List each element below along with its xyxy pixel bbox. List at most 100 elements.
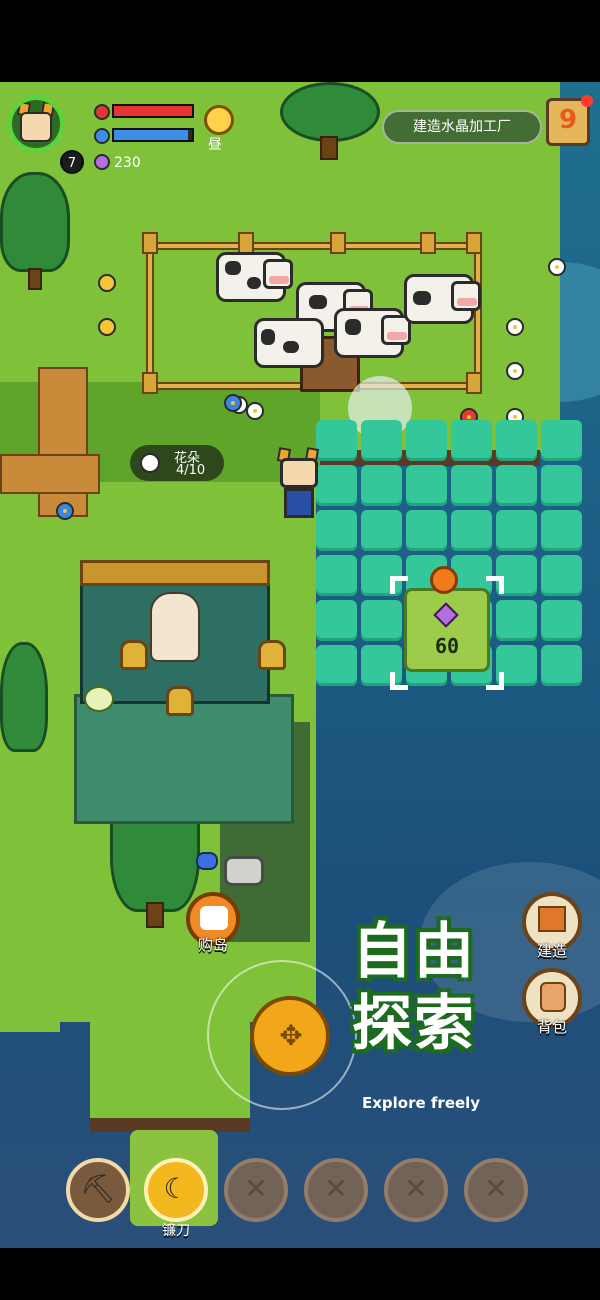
fence-post xyxy=(142,372,158,394)
flower-white[interactable] xyxy=(506,318,524,336)
calendar-button[interactable]: 9 xyxy=(546,95,593,146)
fence-post xyxy=(142,232,158,254)
flower-blue[interactable] xyxy=(56,502,74,520)
flower-blue[interactable] xyxy=(224,394,242,412)
active-tool-label: 镰刀 xyxy=(162,1223,190,1239)
flower-yellow[interactable] xyxy=(98,318,116,336)
energy-fill xyxy=(114,130,189,140)
bag-label: 背包 xyxy=(536,1018,567,1036)
farm-tile[interactable] xyxy=(316,645,357,686)
crystal-count: 230 xyxy=(114,155,141,171)
coin-icon xyxy=(430,566,458,594)
promo-title: 自由 探索 xyxy=(352,916,518,1060)
selection-corner xyxy=(390,672,408,690)
farm-tile[interactable] xyxy=(541,555,582,596)
flower-white[interactable] xyxy=(246,402,264,420)
farm-tile[interactable] xyxy=(496,600,537,641)
player-avatar[interactable] xyxy=(8,96,64,152)
selection-corner xyxy=(486,576,504,594)
farm-tile[interactable] xyxy=(406,420,447,461)
player-character[interactable] xyxy=(276,447,322,528)
sprite-creature[interactable] xyxy=(84,686,114,712)
plot-price: 60 xyxy=(434,634,460,658)
farm-tile[interactable] xyxy=(361,600,402,641)
farm-tile[interactable] xyxy=(496,465,537,506)
fence-post xyxy=(238,232,254,254)
tool-slot-empty[interactable]: ✕ xyxy=(384,1158,448,1222)
calendar-day: 9 xyxy=(558,105,578,135)
backpack-icon xyxy=(540,982,566,1012)
farm-tile[interactable] xyxy=(316,600,357,641)
sickle-icon: ☾ xyxy=(163,1172,189,1205)
energy-bar xyxy=(112,128,194,142)
tool-slot-empty[interactable]: ✕ xyxy=(464,1158,528,1222)
promo-title-line2: 探索 xyxy=(352,989,476,1059)
farm-tile[interactable] xyxy=(541,510,582,551)
farm-tile[interactable] xyxy=(496,420,537,461)
farm-tile[interactable] xyxy=(406,510,447,551)
tool-slot-pickaxe[interactable]: ⛏ xyxy=(66,1158,130,1222)
farm-tile[interactable] xyxy=(541,600,582,641)
flower-counter-value: 4/10 xyxy=(176,463,206,478)
rock[interactable] xyxy=(224,856,264,886)
selection-corner xyxy=(390,576,408,594)
farm-tile[interactable] xyxy=(541,420,582,461)
farm-tile[interactable] xyxy=(361,510,402,551)
farm-tile[interactable] xyxy=(316,465,357,506)
level-badge: 7 xyxy=(60,150,84,174)
wooden-walkway xyxy=(0,454,100,494)
crystal-icon xyxy=(94,154,110,170)
island-small xyxy=(0,912,60,1032)
fairy-statue[interactable] xyxy=(150,592,200,662)
notification-dot xyxy=(581,95,593,107)
time-of-day-label: 昼 xyxy=(208,137,222,153)
buy-island-label: 购岛 xyxy=(197,936,228,954)
flower-white[interactable] xyxy=(506,362,524,380)
health-fill xyxy=(114,106,192,116)
farm-tile[interactable] xyxy=(496,510,537,551)
farm-tile[interactable] xyxy=(541,465,582,506)
farm-tile[interactable] xyxy=(451,420,492,461)
farm-tile[interactable] xyxy=(541,645,582,686)
promo-title-line1: 自由 xyxy=(352,917,476,987)
bird[interactable] xyxy=(196,852,218,870)
house-icon xyxy=(538,906,566,932)
cow[interactable] xyxy=(216,252,293,302)
fence-post xyxy=(466,372,482,394)
plot-purchase-card[interactable] xyxy=(404,588,490,672)
farm-tile[interactable] xyxy=(316,510,357,551)
bell-icon[interactable] xyxy=(258,640,286,670)
round-tree xyxy=(280,82,380,162)
bell-icon[interactable] xyxy=(120,640,148,670)
farm-tile[interactable] xyxy=(361,420,402,461)
farm-tile[interactable] xyxy=(451,510,492,551)
farm-tile[interactable] xyxy=(451,465,492,506)
pine-tree xyxy=(0,642,48,762)
heart-icon xyxy=(94,104,110,120)
flower-yellow[interactable] xyxy=(98,274,116,292)
bell-icon[interactable] xyxy=(166,686,194,716)
fence-right xyxy=(474,242,482,390)
farm-tile[interactable] xyxy=(316,555,357,596)
farm-tile[interactable] xyxy=(406,465,447,506)
hand-coin-icon xyxy=(200,906,228,930)
cow[interactable] xyxy=(404,274,481,324)
cow[interactable] xyxy=(334,308,411,358)
promo-subtitle: Explore freely xyxy=(362,1094,481,1112)
tool-slot-empty[interactable]: ✕ xyxy=(224,1158,288,1222)
selection-corner xyxy=(486,672,504,690)
energy-icon xyxy=(94,128,110,144)
farm-tile[interactable] xyxy=(361,465,402,506)
status-bar-area xyxy=(0,0,600,82)
sun-icon xyxy=(204,105,234,135)
flower-icon xyxy=(140,453,160,473)
farm-tile[interactable] xyxy=(316,420,357,461)
pine-tree xyxy=(0,172,70,292)
cow[interactable] xyxy=(254,318,324,368)
build-label: 建造 xyxy=(536,942,567,960)
quest-banner[interactable]: 建造水晶加工厂 xyxy=(382,110,542,144)
tool-slot-empty[interactable]: ✕ xyxy=(304,1158,368,1222)
tool-slot-sickle[interactable]: ☾ xyxy=(144,1158,208,1222)
fence-post xyxy=(420,232,436,254)
flower-white[interactable] xyxy=(548,258,566,276)
